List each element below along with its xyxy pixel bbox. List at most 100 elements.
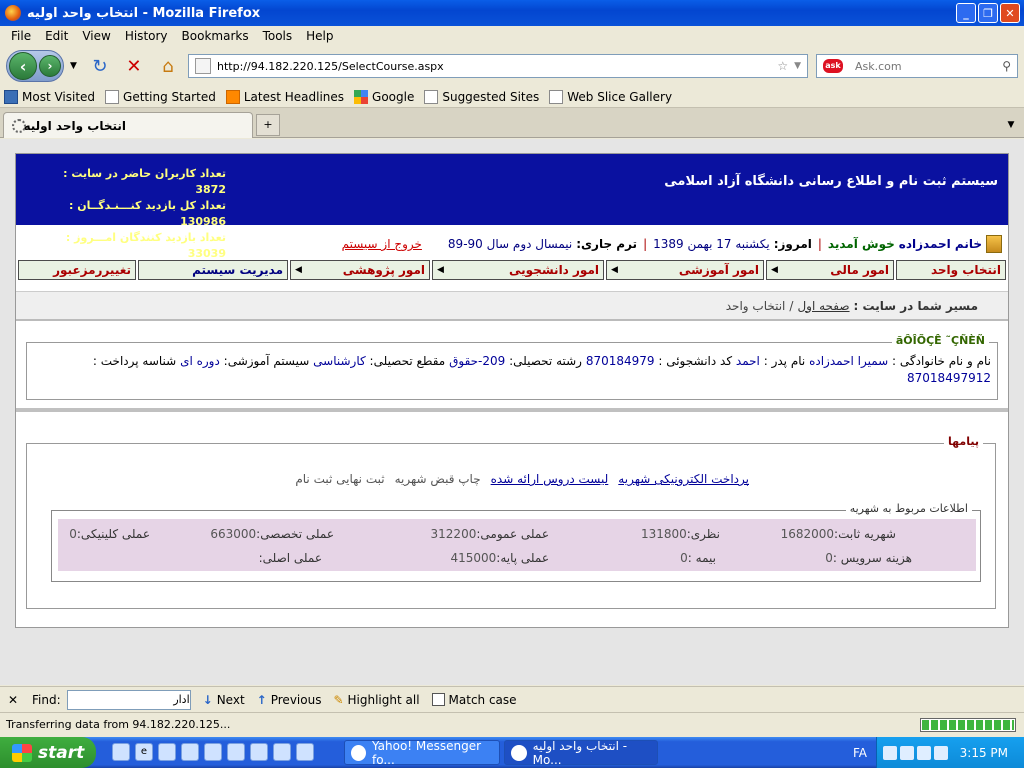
restore-button[interactable]: ❐	[978, 3, 998, 23]
match-case-checkbox[interactable]: Match case	[431, 693, 517, 707]
find-input[interactable]	[66, 689, 191, 710]
url-dropdown-icon[interactable]: ▼	[794, 61, 801, 71]
back-button[interactable]: ‹	[9, 52, 37, 80]
new-tab-button[interactable]: +	[256, 114, 280, 136]
loading-spinner-icon	[12, 119, 26, 133]
menu-course-selection[interactable]: انتخاب واحد	[896, 260, 1006, 280]
divider	[16, 408, 1008, 412]
highlight-all-button[interactable]: ✎ Highlight all	[333, 693, 419, 707]
media-player-icon[interactable]	[250, 743, 268, 761]
reload-icon[interactable]: ↻	[89, 56, 111, 77]
network-icon[interactable]	[900, 745, 914, 760]
menu-financial[interactable]: امور مالی ◀	[766, 260, 894, 280]
fee-clinical-practical: عملی کلینیکی:0	[69, 527, 150, 541]
search-bar[interactable]: ask ⚲	[816, 54, 1018, 78]
father-name: احمد	[735, 354, 760, 368]
fee-general-practical: عملی عمومی:312200	[430, 527, 549, 541]
tuition-details: شهریه ثابت:1682000 نظری:131800 عملی عموم…	[58, 519, 976, 571]
tab-current[interactable]: انتخاب واحد اولیه	[3, 112, 253, 138]
folder-icon[interactable]	[227, 743, 245, 761]
bookmark-suggested-sites[interactable]: Suggested Sites	[424, 89, 539, 104]
menu-student-affairs[interactable]: امور دانشجویی ◀	[432, 260, 604, 280]
breadcrumb-home-link[interactable]: صفحه اول	[797, 299, 849, 313]
site-banner: سیستم ثبت نام و اطلاع رسانی دانشگاه آزاد…	[16, 154, 1008, 260]
fee-specialized-practical: عملی تخصصی:663000	[210, 527, 334, 541]
tab-list-dropdown-icon[interactable]: ▼	[1002, 116, 1020, 134]
fee-theoretical: نظری:131800	[640, 527, 720, 541]
forward-button[interactable]: ›	[39, 55, 61, 77]
bookmark-google[interactable]: Google	[354, 89, 414, 104]
fee-basic-practical: عملی پایه:415000	[450, 551, 549, 565]
stop-icon[interactable]: ✕	[123, 56, 145, 77]
bookmark-latest-headlines[interactable]: Latest Headlines	[225, 89, 344, 104]
checkbox-icon[interactable]	[431, 693, 445, 706]
menu-educational[interactable]: امور آموزشی ◀	[606, 260, 764, 280]
ask-engine-icon[interactable]: ask	[823, 59, 843, 73]
pdf-icon[interactable]	[296, 743, 314, 761]
url-bar[interactable]: ☆ ▼	[188, 54, 808, 78]
internet-explorer-icon[interactable]: e	[135, 743, 153, 761]
bookmark-most-visited[interactable]: Most Visited	[4, 89, 95, 104]
separator: |	[817, 237, 822, 251]
term-value: نیمسال دوم سال 90-89	[447, 237, 573, 251]
payment-id: 87018497912	[907, 371, 991, 385]
menu-file[interactable]: File	[4, 29, 38, 43]
menu-arrow-icon: ◀	[437, 265, 444, 275]
menu-tools[interactable]: Tools	[256, 29, 300, 43]
menu-arrow-icon: ◀	[295, 265, 302, 275]
close-find-icon[interactable]: ✕	[8, 693, 22, 707]
volume-icon[interactable]	[917, 745, 931, 760]
search-input[interactable]	[855, 59, 1003, 73]
app-icon[interactable]	[273, 743, 291, 761]
show-desktop-icon[interactable]	[112, 743, 130, 761]
bookmark-web-slice-gallery[interactable]: Web Slice Gallery	[549, 89, 672, 104]
online-payment-link[interactable]: پرداخت الکترونیکی شهریه	[618, 472, 749, 486]
firefox-quicklaunch-icon[interactable]	[158, 743, 176, 761]
firefox-icon	[5, 5, 21, 21]
menu-view[interactable]: View	[75, 29, 117, 43]
minimize-button[interactable]: _	[956, 3, 976, 23]
progress-fill	[922, 720, 1014, 730]
breadcrumb-separator: /	[789, 298, 794, 313]
highlighter-icon: ✎	[333, 692, 344, 707]
home-icon[interactable]: ⌂	[157, 56, 179, 77]
menu-arrow-icon: ◀	[611, 265, 618, 275]
tuition-legend: اطلاعات مربوط به شهریه	[845, 502, 972, 515]
bookmark-getting-started[interactable]: Getting Started	[105, 89, 216, 104]
taskbar-item-yahoo[interactable]: Yahoo! Messenger fo...	[344, 739, 500, 767]
student-name: سمیرا احمدزاده	[809, 354, 889, 368]
tab-strip: انتخاب واحد اولیه + ▼	[0, 108, 1024, 138]
menu-help[interactable]: Help	[299, 29, 340, 43]
folder-icon[interactable]	[204, 743, 222, 761]
logout-link[interactable]: خروج از سیستم	[342, 237, 422, 251]
menu-edit[interactable]: Edit	[38, 29, 75, 43]
find-previous-button[interactable]: ↑ Previous	[257, 693, 322, 707]
language-indicator[interactable]: FA	[853, 746, 867, 760]
find-label: Find:	[32, 692, 61, 707]
menu-system-management[interactable]: مدیریت سیستم	[138, 260, 288, 280]
status-bar: Transferring data from 94.182.220.125...	[0, 712, 1024, 736]
menu-change-password[interactable]: تغییررمزعبور	[18, 260, 136, 280]
url-input[interactable]	[217, 59, 778, 73]
taskbar-item-firefox[interactable]: انتخاب واحد اولیه - Mo...	[504, 739, 658, 767]
window-titlebar: انتخاب واحد اولیه - Mozilla Firefox _ ❐ …	[0, 0, 1024, 26]
today-value: یکشنبه 17 بهمن 1389	[653, 237, 770, 251]
history-dropdown-icon[interactable]: ▼	[70, 61, 77, 71]
start-button[interactable]: start	[0, 737, 96, 768]
menu-history[interactable]: History	[118, 29, 175, 43]
tray-expand-icon[interactable]	[883, 745, 897, 760]
find-next-button[interactable]: ↓ Next	[203, 693, 245, 707]
search-icon[interactable]: ⚲	[1002, 59, 1011, 73]
app-icon[interactable]	[181, 743, 199, 761]
bookmark-star-icon[interactable]: ☆	[777, 59, 788, 73]
profile-legend: ãÔÎÕÇÊ ˜ÇÑÈÑ	[891, 334, 989, 347]
breadcrumb-label: مسیر شما در سایت :	[853, 298, 978, 313]
offered-courses-link[interactable]: لیست دروس ارائه شده	[491, 472, 609, 486]
menu-research[interactable]: امور پژوهشی ◀	[290, 260, 430, 280]
tray-icons	[883, 745, 948, 760]
windows-logo-icon	[12, 743, 32, 762]
close-button[interactable]: ✕	[1000, 3, 1020, 23]
menu-bookmarks[interactable]: Bookmarks	[175, 29, 256, 43]
main-menu: انتخاب واحد امور مالی ◀ امور آموزشی ◀ امور…	[18, 260, 1006, 282]
messenger-icon[interactable]	[934, 745, 948, 760]
